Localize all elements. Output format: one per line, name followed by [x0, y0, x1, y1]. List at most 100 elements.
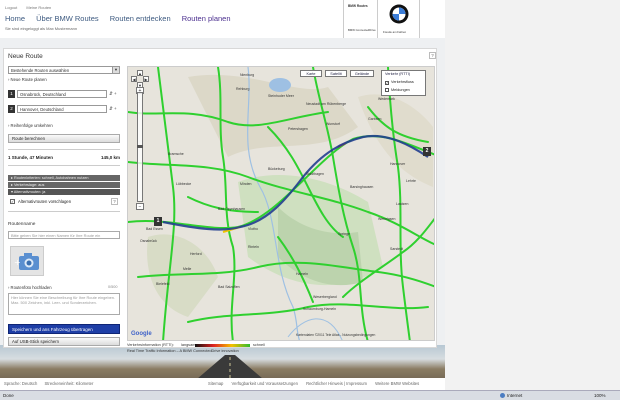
logged-in-text: Sie sind eingeloggt als Max Mustermann: [5, 26, 78, 31]
description-input[interactable]: Hier können Sie eine Beschreibung für Ih…: [8, 293, 120, 315]
pan-right-icon[interactable]: ▶: [143, 76, 149, 82]
footer-right: Sitemap Verfügbarkeit und Voraussetzunge…: [208, 381, 426, 386]
alt-routes-checkbox[interactable]: ✓: [10, 199, 15, 204]
bmw-logo-box[interactable]: Freude am Fahren: [378, 0, 420, 38]
stop-actions-icon[interactable]: ⇵ +: [109, 91, 117, 97]
place-label: Steinhuder Meer: [268, 94, 294, 98]
place-label: Herford: [190, 252, 202, 256]
route-start-marker[interactable]: 1: [154, 217, 162, 226]
zoom-level[interactable]: 100%: [594, 393, 606, 398]
place-label: Nienburg: [240, 73, 255, 77]
place-label: Rinteln: [248, 245, 259, 249]
nav-about[interactable]: Über BMW Routes: [36, 14, 99, 23]
place-label: Bückeburg: [268, 167, 285, 171]
place-label: Bielefeld: [156, 282, 170, 286]
place-label: Vlotho: [248, 227, 258, 231]
map-canvas: [128, 67, 434, 340]
legend-gradient: [195, 344, 250, 347]
traffic-legend: Verkehrsinformation (RTTI): langsam schn…: [127, 343, 427, 357]
place-label: Stadthagen: [306, 172, 324, 176]
my-routes-link[interactable]: Meine Routen: [26, 5, 51, 10]
divider: [8, 165, 120, 166]
place-label: Bramsche: [168, 152, 184, 156]
place-label: Lehrte: [406, 179, 416, 183]
footer-more-sites[interactable]: Weitere BMW Websites: [375, 381, 419, 386]
pref-alternatives[interactable]: ▾ Alternativrouten: ja: [8, 189, 120, 195]
place-label: Lübbecke: [176, 182, 192, 186]
route-map[interactable]: ▲ ◀ ▶ ▼ + − Karte Satellit Gelände Verke…: [127, 66, 435, 341]
stop-number: 2: [8, 105, 15, 113]
footer-units[interactable]: Streckeneinheit: Kilometer: [44, 381, 93, 386]
map-type-map[interactable]: Karte: [300, 70, 322, 77]
footer-language[interactable]: Sprache: Deutsch: [4, 381, 37, 386]
traffic-flow-checkbox[interactable]: ✓: [385, 81, 389, 85]
security-zone-label: Internet: [507, 393, 523, 398]
route-end-marker[interactable]: 2: [423, 147, 431, 156]
traffic-reports-checkbox[interactable]: [385, 88, 389, 92]
save-usb-button[interactable]: Auf USB-Stick speichern: [8, 337, 120, 346]
char-counter: 0/500: [108, 285, 118, 289]
route-name-input[interactable]: Bitte geben Sie hier einen Namen für Ihr…: [8, 231, 120, 239]
zoom-slider-handle[interactable]: [137, 145, 143, 148]
calculate-route-button[interactable]: Route berechnen: [8, 134, 120, 143]
footer-availability[interactable]: Verfügbarkeit und Voraussetzungen: [232, 381, 298, 386]
place-label: Melle: [183, 267, 192, 271]
chevron-down-icon: ▼: [112, 67, 119, 73]
map-pan-control: ▲ ◀ ▶ ▼: [131, 70, 149, 88]
stop-actions-icon[interactable]: ⇵ +: [109, 106, 117, 112]
traffic-flow-option[interactable]: ✓ Verkehrsfluss: [385, 80, 414, 85]
map-type-terrain[interactable]: Gelände: [350, 70, 374, 77]
brand-box[interactable]: BMW Routes BMW ConnectedDrive: [343, 0, 378, 38]
brand-subtitle: BMW ConnectedDrive: [348, 28, 376, 32]
footer-sitemap[interactable]: Sitemap: [208, 381, 223, 386]
footer-left: Sprache: Deutsch Streckeneinheit: Kilome…: [4, 381, 99, 386]
route-duration: 1 Stunde, 47 Minuten: [8, 155, 54, 160]
nav-home[interactable]: Home: [5, 14, 25, 23]
alt-routes-option: ✓ Alternativrouten vorschlagen ?: [8, 197, 120, 207]
place-label: Petershagen: [288, 127, 308, 131]
help-icon[interactable]: ?: [111, 198, 118, 205]
reverse-order-link[interactable]: › Reihenfolge umkehren: [8, 123, 53, 128]
help-icon[interactable]: ?: [429, 52, 436, 59]
zoom-out-button[interactable]: −: [136, 203, 144, 210]
plan-new-route-link[interactable]: › Neue Route planen: [8, 77, 47, 82]
traffic-layer-box: Verkehr (RTTI) ✓ Verkehrsfluss Meldungen: [381, 70, 426, 96]
place-label: Rehburg: [236, 87, 250, 91]
map-copyright[interactable]: Kartendaten ©2011 Tele Atlas - Nutzungsb…: [296, 333, 375, 337]
route-planner-panel: Neue Route ? Bestehende Routen auswählen…: [3, 48, 437, 353]
place-label: Sarstedt: [390, 247, 404, 251]
footer-legal[interactable]: Rechtlicher Hinweis | Impressum: [306, 381, 367, 386]
bmw-logo-icon: [389, 4, 409, 24]
top-links: Logout Meine Routen: [5, 5, 59, 10]
stop-input[interactable]: Hannover, Deutschland: [17, 105, 107, 113]
route-distance: 145,0 km: [100, 155, 120, 160]
stop-input[interactable]: Osnabrück, Deutschland: [17, 90, 107, 98]
photo-upload-link[interactable]: › Routenfoto hochladen: [8, 285, 52, 290]
map-type-satellite[interactable]: Satellit: [325, 70, 347, 77]
save-transfer-button[interactable]: Speichern und ans Fahrzeug übertragen: [8, 324, 120, 334]
route-photo-placeholder[interactable]: +: [10, 246, 44, 276]
place-label: Wennigsen: [378, 217, 396, 221]
camera-icon: +: [14, 253, 39, 270]
nav-discover[interactable]: Routen entdecken: [110, 14, 171, 23]
panel-title: Neue Route: [8, 53, 43, 60]
logo-caption: Freude am Fahren: [383, 30, 407, 34]
saved-routes-select[interactable]: Bestehende Routen auswählen ▼: [8, 66, 120, 74]
nav-plan[interactable]: Routen planen: [182, 14, 231, 23]
logout-link[interactable]: Logout: [5, 5, 17, 10]
pref-route-criteria[interactable]: ▸ Routenkriterien: schnell, Autobahnen n…: [8, 175, 120, 181]
globe-icon: [500, 393, 505, 398]
divider: [8, 149, 120, 150]
alt-routes-label: Alternativrouten vorschlagen: [18, 199, 72, 204]
stop-row: 1 Osnabrück, Deutschland ⇵ +: [8, 90, 120, 99]
traffic-reports-option[interactable]: Meldungen: [385, 88, 410, 92]
legend-source: Real Time Traffic Information – A BMW Co…: [127, 349, 239, 353]
zoom-slider[interactable]: [137, 92, 143, 202]
pref-traffic[interactable]: ▸ Verkehrslage: aus: [8, 182, 120, 188]
traffic-reports-label: Meldungen: [391, 88, 410, 92]
place-label: Hannover: [390, 162, 406, 166]
place-label: Bad Essen: [146, 227, 163, 231]
place-label: Wunstorf: [326, 122, 340, 126]
google-logo[interactable]: Google: [131, 331, 152, 337]
place-label: Osnabrück: [140, 239, 157, 243]
